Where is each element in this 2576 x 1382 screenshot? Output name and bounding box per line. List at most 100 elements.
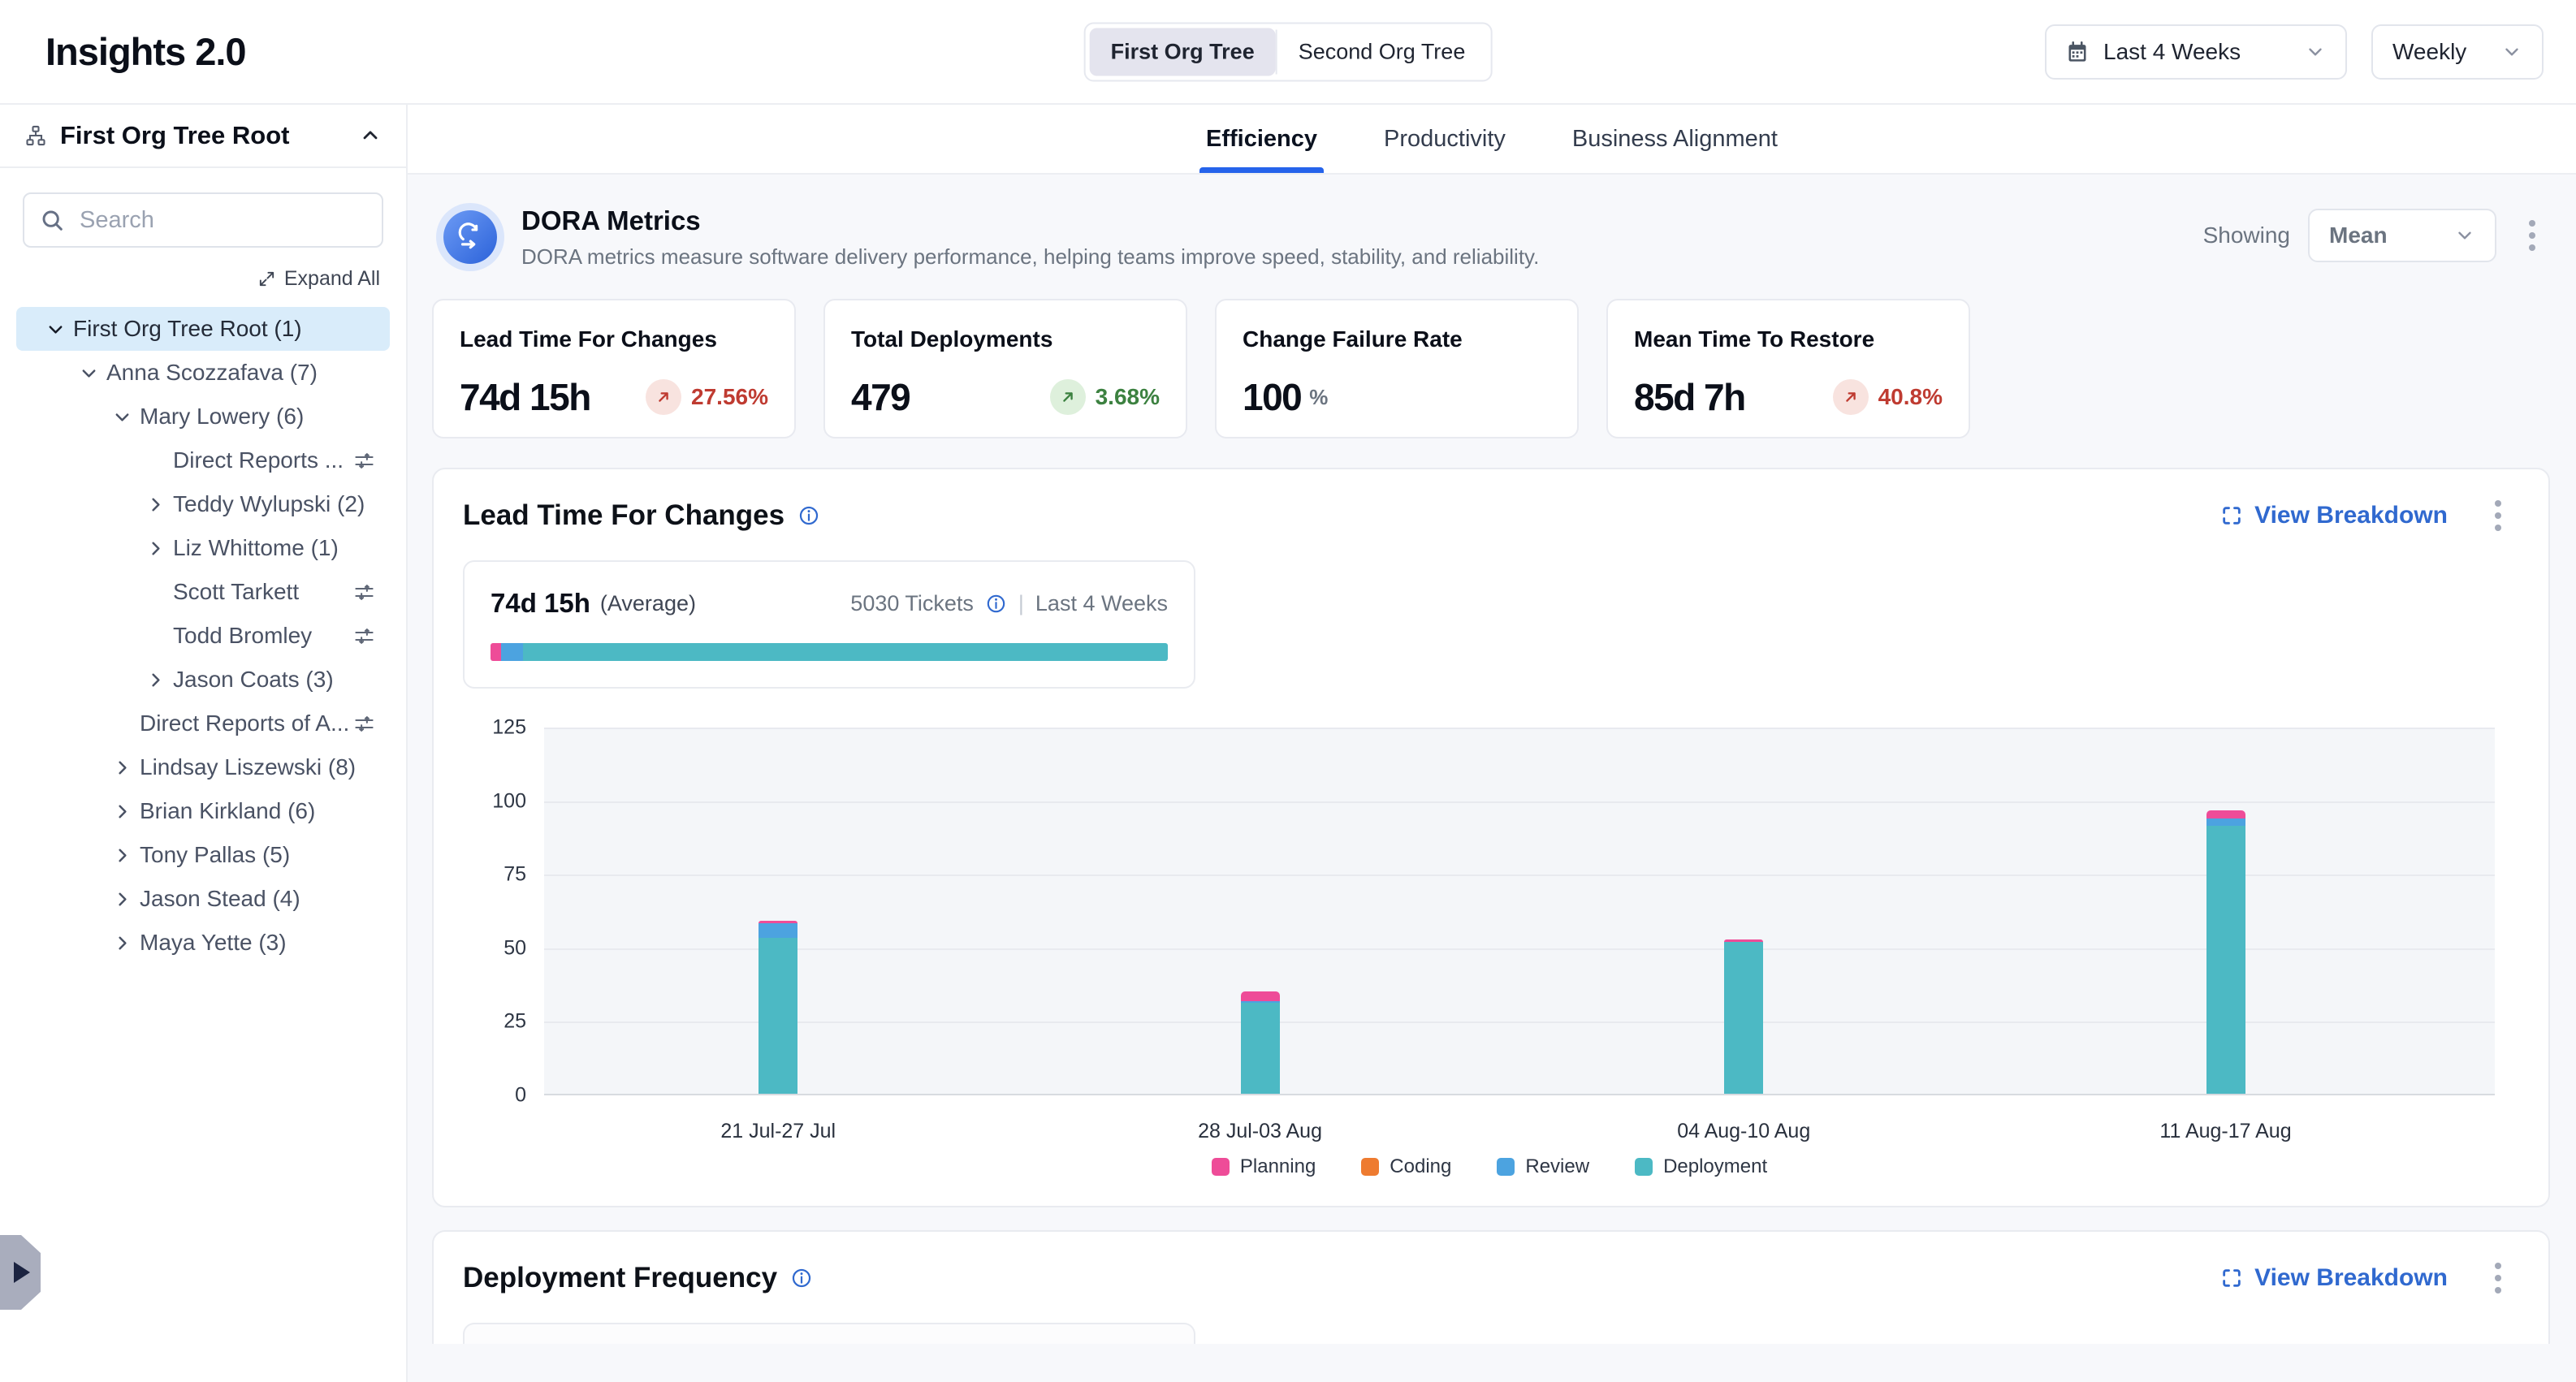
tree-item[interactable]: First Org Tree Root (1) (16, 307, 390, 351)
stacked-bar-28-jul-03-aug[interactable] (1241, 991, 1280, 1094)
info-icon[interactable] (985, 593, 1007, 615)
deployment-frequency-panel: Deployment Frequency View Breakdown (432, 1230, 2550, 1344)
date-range-select[interactable]: Last 4 Weeks (2045, 24, 2347, 80)
x-axis-labels: 21 Jul-27 Jul28 Jul-03 Aug04 Aug-10 Aug1… (544, 1095, 2495, 1149)
tree-item[interactable]: Todd Bromley (16, 614, 390, 658)
bar-segment-deployment (1724, 942, 1763, 1094)
tree-item[interactable]: Direct Reports ... (16, 438, 390, 482)
org-tree: First Org Tree Root (1) Anna Scozzafava (… (0, 300, 406, 965)
stacked-bar-11-aug-17-aug[interactable] (2206, 810, 2245, 1094)
x-tick-label: 04 Aug-10 Aug (1677, 1120, 1810, 1143)
phase-segment-deployment (523, 643, 1168, 661)
trend-percentage: 27.56% (691, 384, 768, 410)
tree-item[interactable]: Jason Coats (3) (16, 658, 390, 702)
collapse-panel-chevron-up-icon[interactable] (359, 124, 382, 147)
dora-kebab-menu-icon[interactable] (2514, 215, 2550, 256)
search-icon (39, 207, 65, 233)
trend-badge: 3.68% (1050, 379, 1160, 415)
chevron-right-icon[interactable] (104, 934, 140, 952)
tree-item[interactable]: Direct Reports of A... (16, 702, 390, 745)
info-icon[interactable] (797, 504, 820, 527)
metric-card-change-failure-rate: Change Failure Rate100% (1215, 299, 1579, 438)
y-tick-label: 125 (492, 716, 526, 740)
x-tick-label: 11 Aug-17 Aug (2159, 1120, 2291, 1143)
chevron-right-icon[interactable] (104, 846, 140, 865)
tree-item[interactable]: Scott Tarkett (16, 570, 390, 614)
chevron-right-icon[interactable] (104, 758, 140, 777)
lead-time-panel-title: Lead Time For Changes (463, 499, 820, 532)
expand-all-button[interactable]: Expand All (0, 251, 406, 300)
chevron-right-icon[interactable] (137, 495, 173, 514)
info-icon[interactable] (790, 1267, 813, 1289)
triangle-right-icon (14, 1262, 30, 1283)
deployment-frequency-header: Deployment Frequency View Breakdown (463, 1258, 2516, 1298)
tree-item-label: Maya Yette (3) (140, 930, 287, 956)
dora-cycle-icon (443, 210, 497, 264)
tree-item[interactable]: Lindsay Liszewski (8) (16, 745, 390, 789)
metric-card-total-deployments: Total Deployments4793.68% (823, 299, 1187, 438)
trend-percentage: 3.68% (1096, 384, 1160, 410)
lead-time-kebab-menu-icon[interactable] (2480, 495, 2516, 536)
legend-swatch (1497, 1158, 1515, 1176)
legend-item-planning: Planning (1212, 1155, 1316, 1178)
chevron-down-icon[interactable] (104, 408, 140, 426)
tab-efficiency[interactable]: Efficiency (1199, 126, 1324, 173)
granularity-select[interactable]: Weekly (2371, 24, 2544, 80)
metric-card-title: Change Failure Rate (1243, 326, 1551, 352)
tab-business-alignment[interactable]: Business Alignment (1566, 126, 1784, 173)
tree-item[interactable]: Mary Lowery (6) (16, 395, 390, 438)
chevron-down-icon (2501, 41, 2522, 63)
chevron-down-icon[interactable] (71, 364, 106, 382)
deployment-frequency-kebab-menu-icon[interactable] (2480, 1258, 2516, 1298)
chevron-right-icon[interactable] (104, 802, 140, 821)
tree-item[interactable]: Brian Kirkland (6) (16, 789, 390, 833)
filters-icon[interactable] (353, 625, 375, 647)
chevron-right-icon[interactable] (104, 890, 140, 909)
tree-item-label: First Org Tree Root (1) (73, 316, 302, 342)
showing-label: Showing (2203, 222, 2290, 248)
filters-icon[interactable] (353, 450, 375, 472)
gridline (544, 1021, 2495, 1023)
chevron-right-icon[interactable] (137, 671, 173, 689)
date-range-value: Last 4 Weeks (2103, 39, 2290, 65)
summary-range: Last 4 Weeks (1035, 591, 1168, 616)
org-toggle-second-org-tree[interactable]: Second Org Tree (1277, 28, 1487, 76)
chevron-right-icon[interactable] (137, 539, 173, 558)
gridline (544, 948, 2495, 950)
tree-item[interactable]: Liz Whittome (1) (16, 526, 390, 570)
dora-title: DORA Metrics (521, 205, 1539, 236)
metric-value: 479 (851, 375, 910, 419)
lead-time-chart: 1251007550250 21 Jul-27 Jul28 Jul-03 Aug… (463, 728, 2516, 1186)
tree-item-label: Lindsay Liszewski (8) (140, 754, 356, 780)
stacked-bar-04-aug-10-aug[interactable] (1724, 939, 1763, 1094)
summary-row: 74d 15h (Average) 5030 Tickets | Last 4 … (491, 588, 1168, 619)
chart-legend: PlanningCodingReviewDeployment (463, 1155, 2516, 1186)
metric-value: 100 (1243, 375, 1301, 419)
tab-productivity[interactable]: Productivity (1377, 126, 1512, 173)
gridline (544, 801, 2495, 803)
org-tree-sidebar: First Org Tree Root Expand All First Org… (0, 105, 408, 1382)
y-tick-label: 75 (504, 863, 526, 887)
chevron-down-icon[interactable] (37, 320, 73, 339)
tree-item[interactable]: Maya Yette (3) (16, 921, 390, 965)
view-breakdown-button[interactable]: View Breakdown (2220, 502, 2448, 529)
bar-segment-deployment (759, 938, 797, 1094)
bar-segment-planning (1241, 991, 1280, 1001)
tree-item[interactable]: Jason Stead (4) (16, 877, 390, 921)
metric-value-row: 74d 15h27.56% (460, 375, 768, 419)
metric-value: 85d 7h (1634, 375, 1745, 419)
aggregation-select[interactable]: Mean (2308, 209, 2496, 262)
metric-card-mean-time-to-restore: Mean Time To Restore85d 7h40.8% (1606, 299, 1970, 438)
stacked-bar-21-jul-27-jul[interactable] (759, 921, 797, 1094)
view-breakdown-button[interactable]: View Breakdown (2220, 1264, 2448, 1292)
expand-all-label: Expand All (284, 267, 380, 291)
y-axis-labels: 1251007550250 (463, 728, 544, 1095)
tree-item[interactable]: Anna Scozzafava (7) (16, 351, 390, 395)
tree-item[interactable]: Teddy Wylupski (2) (16, 482, 390, 526)
filters-icon[interactable] (353, 581, 375, 603)
tree-item[interactable]: Tony Pallas (5) (16, 833, 390, 877)
filters-icon[interactable] (353, 713, 375, 735)
org-toggle-first-org-tree[interactable]: First Org Tree (1090, 28, 1276, 76)
trend-badge: 27.56% (646, 379, 768, 415)
search-input[interactable] (23, 192, 383, 248)
